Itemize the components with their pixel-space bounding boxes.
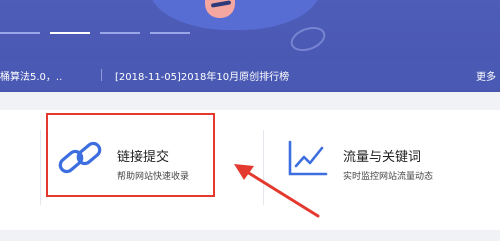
carousel-dot[interactable]: [150, 32, 190, 34]
carousel-indicators: [0, 32, 200, 35]
banner-ring-illustration: [287, 22, 329, 56]
carousel-dot-active[interactable]: [50, 32, 90, 34]
news-bar: 桶算法5.0，.. [2018-11-05]2018年10月原创排行榜 更多: [0, 60, 500, 90]
carousel-dot[interactable]: [100, 32, 140, 34]
news-separator: [101, 69, 102, 81]
highlight-box: [46, 113, 215, 197]
tool-card-subtitle: 实时监控网站流量动态: [343, 172, 434, 182]
carousel-dot[interactable]: [0, 32, 40, 34]
more-link[interactable]: 更多: [476, 68, 496, 83]
news-item[interactable]: 桶算法5.0，..: [0, 68, 62, 83]
divider: [40, 130, 41, 205]
tool-card-title: 流量与关键词: [343, 150, 422, 165]
annotation-arrow-icon: [234, 164, 320, 218]
banner: 桶算法5.0，.. [2018-11-05]2018年10月原创排行榜 更多: [0, 0, 500, 92]
news-item[interactable]: [2018-11-05]2018年10月原创排行榜: [115, 68, 289, 83]
banner-illustration: [150, 0, 320, 30]
